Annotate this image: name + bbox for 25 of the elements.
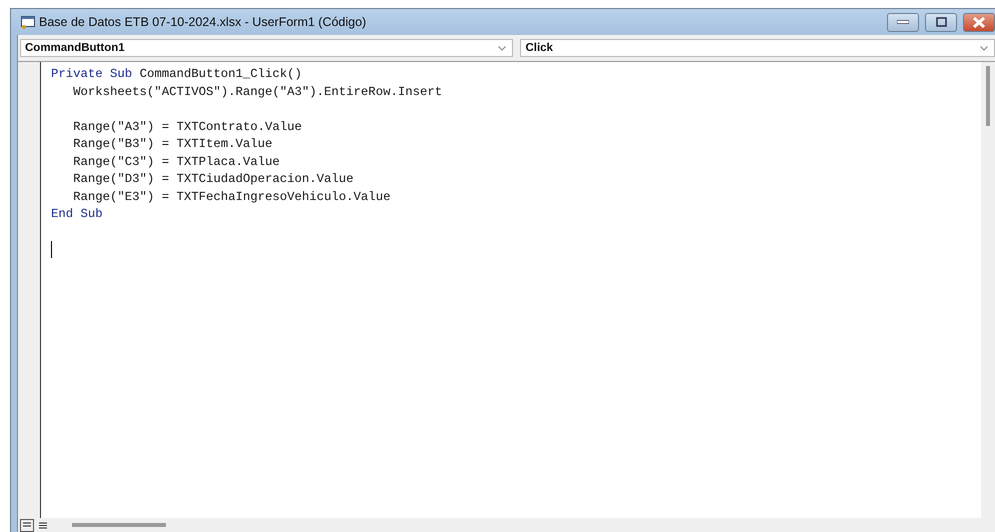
code-line: Range("A3") = TXTContrato.Value [72, 118, 303, 136]
procedure-dropdown[interactable]: Click [520, 39, 995, 57]
close-icon [973, 16, 985, 28]
minimize-button[interactable] [887, 12, 919, 32]
minimize-icon [897, 20, 909, 24]
procedure-view-button[interactable] [20, 518, 34, 532]
horizontal-scrollbar[interactable] [72, 523, 166, 527]
code-line: Range("D3") = TXTCiudadOperacion.Value [72, 171, 355, 188]
text-cursor [51, 241, 52, 258]
code-line: Private Sub CommandButton1_Click() [51, 66, 303, 83]
code-line: Worksheets("ACTIVOS").Range("A3").EntireRow.Insert [72, 84, 444, 100]
code-line: Range("B3") = TXTItem.Value [72, 136, 274, 153]
close-button[interactable] [963, 12, 995, 32]
chevron-down-icon [980, 46, 988, 50]
object-dropdown[interactable]: CommandButton1 [20, 39, 514, 57]
code-line: Range("C3") = TXTPlaca.Value [72, 154, 281, 170]
full-module-view-icon [39, 522, 47, 528]
code-line: Range("E3") = TXTFechaIngresoVehiculo.Value [72, 188, 392, 206]
window-title: Base de Datos ETB 07-10-2024.xlsx - UserForm1 (Código) [39, 15, 368, 29]
chevron-down-icon [498, 46, 506, 50]
form-icon [21, 16, 35, 28]
procedure-view-icon [23, 522, 31, 528]
maximize-icon [936, 17, 946, 27]
code-line: End Sub [51, 206, 104, 223]
maximize-button[interactable] [925, 12, 957, 32]
